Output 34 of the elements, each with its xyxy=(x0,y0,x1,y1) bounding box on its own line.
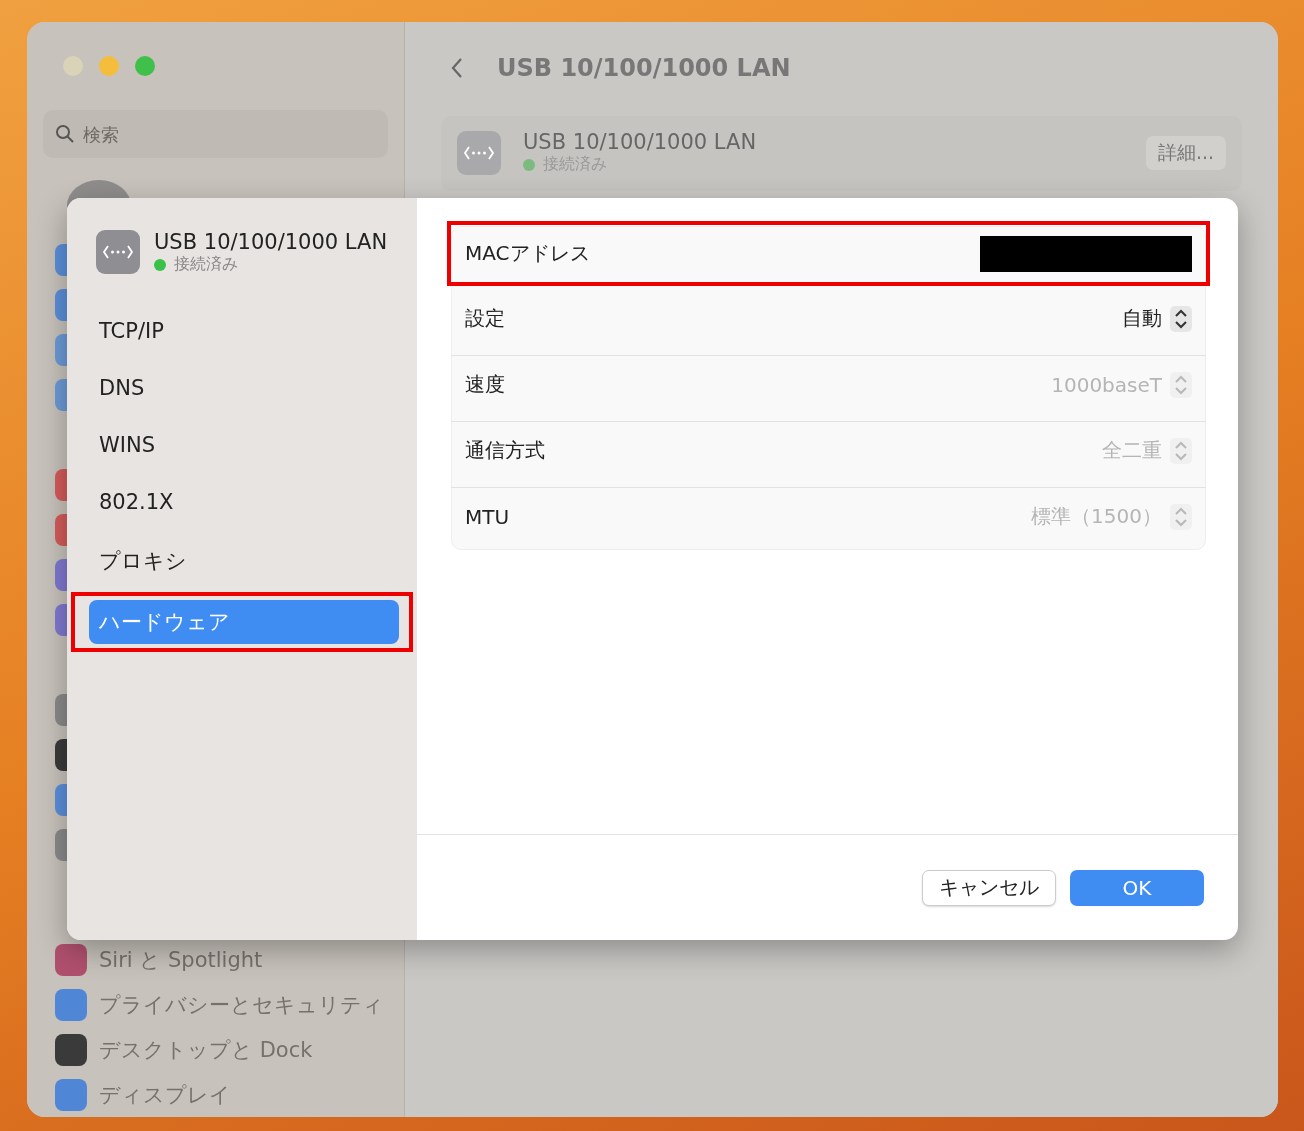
popup-menu[interactable]: 自動 xyxy=(1122,305,1192,332)
nav-item[interactable]: 802.1X xyxy=(89,482,399,522)
row-label: 速度 xyxy=(465,371,505,398)
chevron-up-down-icon xyxy=(1170,371,1192,398)
sidebar-item[interactable]: Siri と Spotlight xyxy=(99,945,263,974)
sidebar-item[interactable]: プライバシーとセキュリティ xyxy=(99,990,384,1019)
row-label: 通信方式 xyxy=(465,437,545,464)
nav-item[interactable]: プロキシ xyxy=(89,539,399,583)
network-icon xyxy=(96,230,140,274)
details-button[interactable]: 詳細... xyxy=(1145,135,1226,170)
sidebar-item[interactable]: ディスプレイ xyxy=(99,1080,231,1109)
nav-item[interactable]: WINS xyxy=(89,425,399,465)
chevron-up-down-icon xyxy=(1170,503,1192,530)
cancel-button[interactable]: キャンセル xyxy=(922,869,1056,906)
chevron-up-down-icon xyxy=(1170,437,1192,464)
row-label: 設定 xyxy=(465,305,505,332)
nav-item[interactable]: DNS xyxy=(89,368,399,408)
service-name: USB 10/100/1000 LAN xyxy=(523,130,757,154)
nav-item[interactable]: ハードウェア xyxy=(89,600,399,644)
back-icon[interactable] xyxy=(451,57,463,79)
nav-item[interactable]: TCP/IP xyxy=(89,311,399,351)
search-field[interactable]: 検索 xyxy=(43,110,388,158)
service-name: USB 10/100/1000 LAN xyxy=(154,230,388,254)
network-icon xyxy=(457,130,501,175)
row-label: MTU xyxy=(465,504,510,529)
sidebar-item[interactable]: デスクトップと Dock xyxy=(99,1035,313,1064)
row-label: MACアドレス xyxy=(465,240,590,267)
search-icon xyxy=(55,124,75,144)
minimize-button[interactable] xyxy=(99,56,119,76)
chevron-up-down-icon xyxy=(1170,305,1192,332)
ok-button[interactable]: OK xyxy=(1070,869,1204,906)
status-text: 接続済み xyxy=(174,254,238,275)
zoom-button[interactable] xyxy=(135,56,155,76)
window-title: USB 10/100/1000 LAN xyxy=(497,54,791,82)
